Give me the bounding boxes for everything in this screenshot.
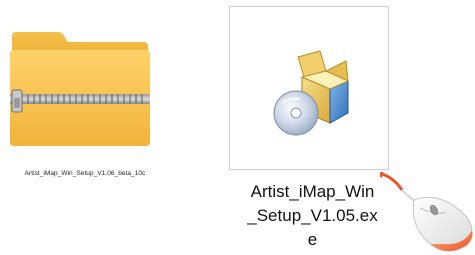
file-item-exe[interactable]: Artist_iMap_Win _Setup_V1.05.ex e <box>225 0 400 255</box>
file-name-label: Artist_iMap_Win_Setup_V1.06_beta_10c <box>24 170 146 177</box>
mouse-icon <box>380 172 473 252</box>
file-name-line: _Setup_V1.05.ex <box>247 206 378 225</box>
file-name-label: Artist_iMap_Win _Setup_V1.05.ex e <box>225 180 400 252</box>
file-name-line: e <box>307 230 318 249</box>
selection-frame <box>229 6 389 170</box>
file-name-line: Artist_iMap_Win <box>250 182 375 201</box>
file-item-zip[interactable]: Artist_iMap_Win_Setup_V1.06_beta_10c <box>0 0 170 200</box>
desktop-file-view: Artist_iMap_Win_Setup_V1.06_beta_10c Art… <box>0 0 475 255</box>
installer-exe-icon <box>273 50 350 136</box>
zip-folder-icon <box>10 32 150 146</box>
pointer-arrow-line <box>381 172 404 191</box>
